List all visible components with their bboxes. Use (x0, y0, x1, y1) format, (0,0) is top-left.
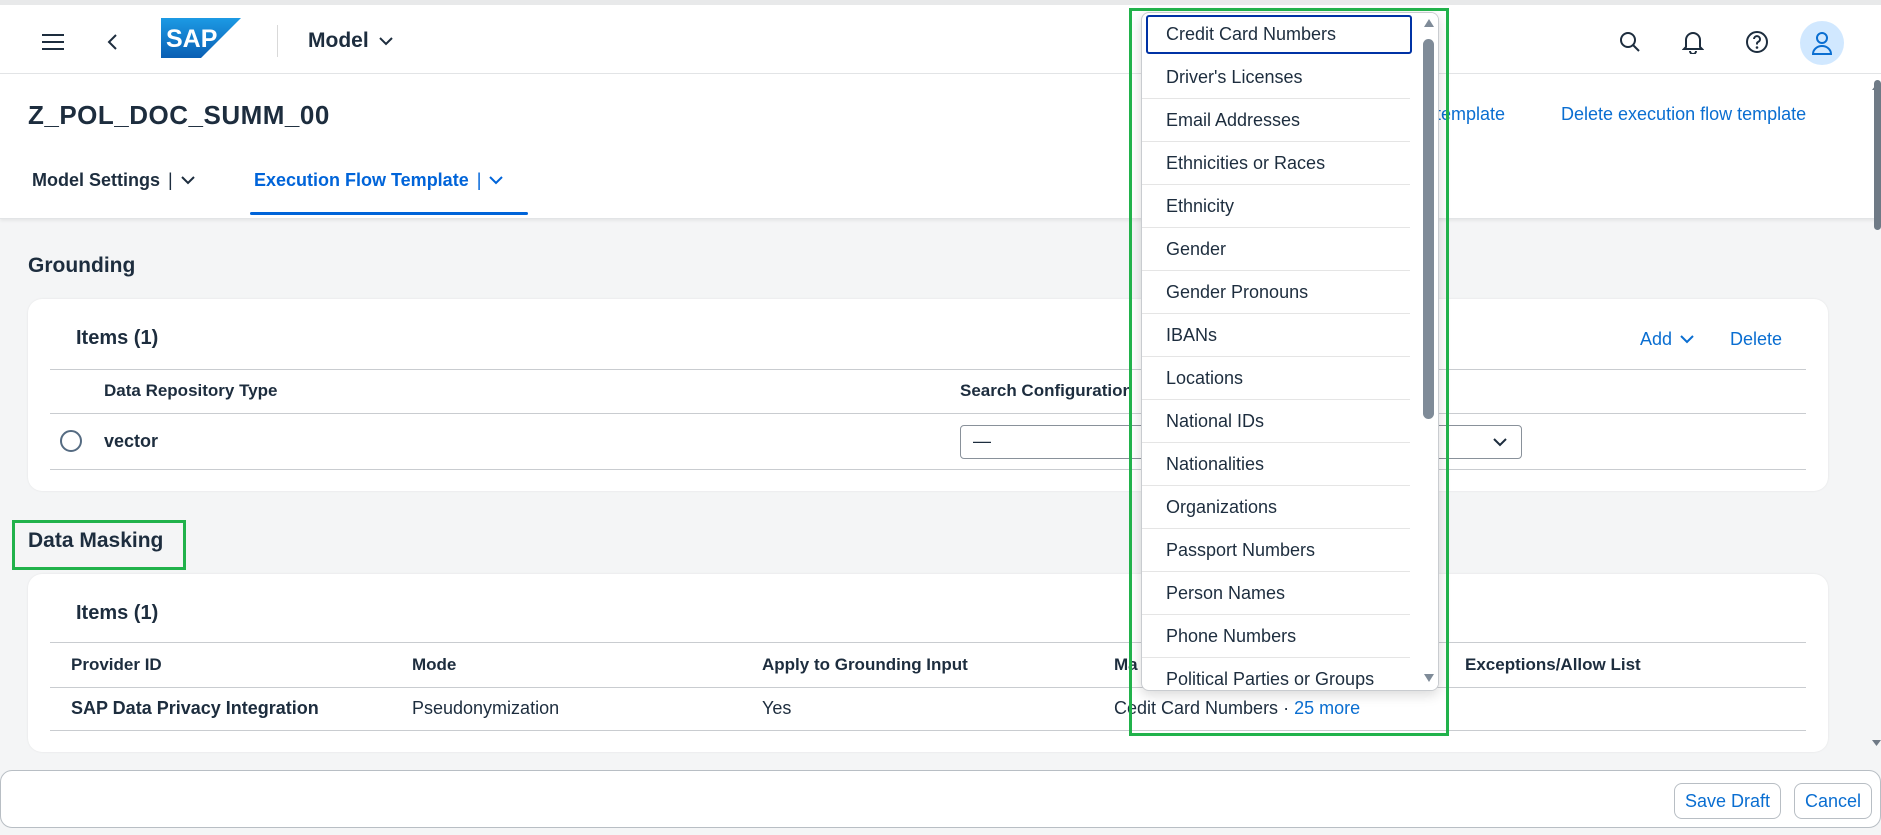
scroll-down-icon[interactable] (1872, 740, 1881, 746)
provider-id-value: SAP Data Privacy Integration (71, 698, 319, 718)
divider (50, 687, 1806, 688)
tab-execution-flow-template[interactable]: Execution Flow Template | (254, 170, 504, 191)
cancel-button[interactable]: Cancel (1794, 783, 1873, 819)
mode-value: Pseudonymization (412, 698, 560, 718)
help-icon[interactable] (1744, 29, 1770, 55)
grounding-items-title: Items (1) (76, 327, 159, 349)
delete-execution-flow-template-link[interactable]: Delete execution flow template (1561, 104, 1806, 125)
shell-divider (277, 25, 278, 57)
shell-title: Model (308, 29, 369, 52)
active-tab-indicator (250, 212, 528, 215)
search-icon[interactable] (1617, 29, 1643, 55)
divider (50, 413, 1806, 414)
save-draft-button[interactable]: Save Draft (1674, 783, 1782, 819)
divider (50, 642, 1806, 643)
masking-items-title: Items (1) (76, 602, 159, 624)
masked-entities-prefix: C (1114, 698, 1127, 718)
row-select-radio[interactable] (60, 430, 82, 452)
chevron-down-icon[interactable] (180, 176, 195, 185)
grounding-card: Items (1) Add Delete Data Repository Typ… (28, 299, 1828, 491)
chevron-down-icon[interactable] (489, 176, 504, 185)
column-header-provider-id[interactable]: Provider ID (71, 655, 162, 675)
add-label: Add (1640, 329, 1673, 349)
grounding-section-title: Grounding (28, 254, 136, 277)
shell-bar: SAP Model (0, 0, 1881, 74)
divider (50, 369, 1806, 370)
footer-toolbar: Save Draft Cancel (0, 770, 1881, 828)
column-header-exceptions-allow-list[interactable]: Exceptions/Allow List (1465, 655, 1641, 675)
sap-logo-text: SAP (166, 25, 217, 53)
data-masking-section-title: Data Masking (28, 529, 164, 552)
column-header-mode[interactable]: Mode (412, 655, 456, 675)
scroll-up-icon[interactable] (1872, 84, 1881, 90)
column-header-apply-to-grounding-input[interactable]: Apply to Grounding Input (762, 655, 968, 675)
apply-value: Yes (762, 698, 792, 718)
chevron-down-icon (1680, 335, 1694, 344)
delete-button[interactable]: Delete (1730, 329, 1782, 350)
user-icon (1811, 32, 1833, 55)
repository-type-value: vector (104, 431, 159, 451)
tab-label: Model Settings (32, 170, 161, 190)
sap-logo: SAP (161, 18, 241, 58)
model-menu[interactable]: Model (308, 29, 393, 53)
column-header-data-repository-type[interactable]: Data Repository Type (104, 381, 278, 401)
bell-icon[interactable] (1680, 28, 1706, 56)
back-icon[interactable] (100, 27, 124, 57)
tab-separator: | (476, 170, 482, 190)
tab-separator: | (168, 170, 173, 190)
highlight-box (1129, 8, 1449, 736)
page-title: Z_POL_DOC_SUMM_00 (28, 100, 330, 130)
add-button[interactable]: Add (1640, 329, 1694, 350)
page-scrollbar[interactable] (1874, 80, 1881, 230)
tab-model-settings[interactable]: Model Settings | (32, 170, 195, 191)
column-header-search-configuration[interactable]: Search Configuration (960, 381, 1133, 401)
chevron-down-icon (1493, 438, 1507, 447)
divider (50, 730, 1806, 731)
select-value: — (973, 431, 991, 451)
data-masking-card: Items (1) Provider ID Mode Apply to Grou… (28, 574, 1828, 752)
divider (50, 469, 1806, 470)
user-avatar[interactable] (1800, 21, 1844, 65)
chevron-down-icon (378, 36, 393, 45)
object-header: Z_POL_DOC_SUMM_00 w template Delete exec… (0, 74, 1881, 219)
tab-label: Execution Flow Template (254, 170, 469, 190)
menu-icon[interactable] (38, 27, 68, 57)
